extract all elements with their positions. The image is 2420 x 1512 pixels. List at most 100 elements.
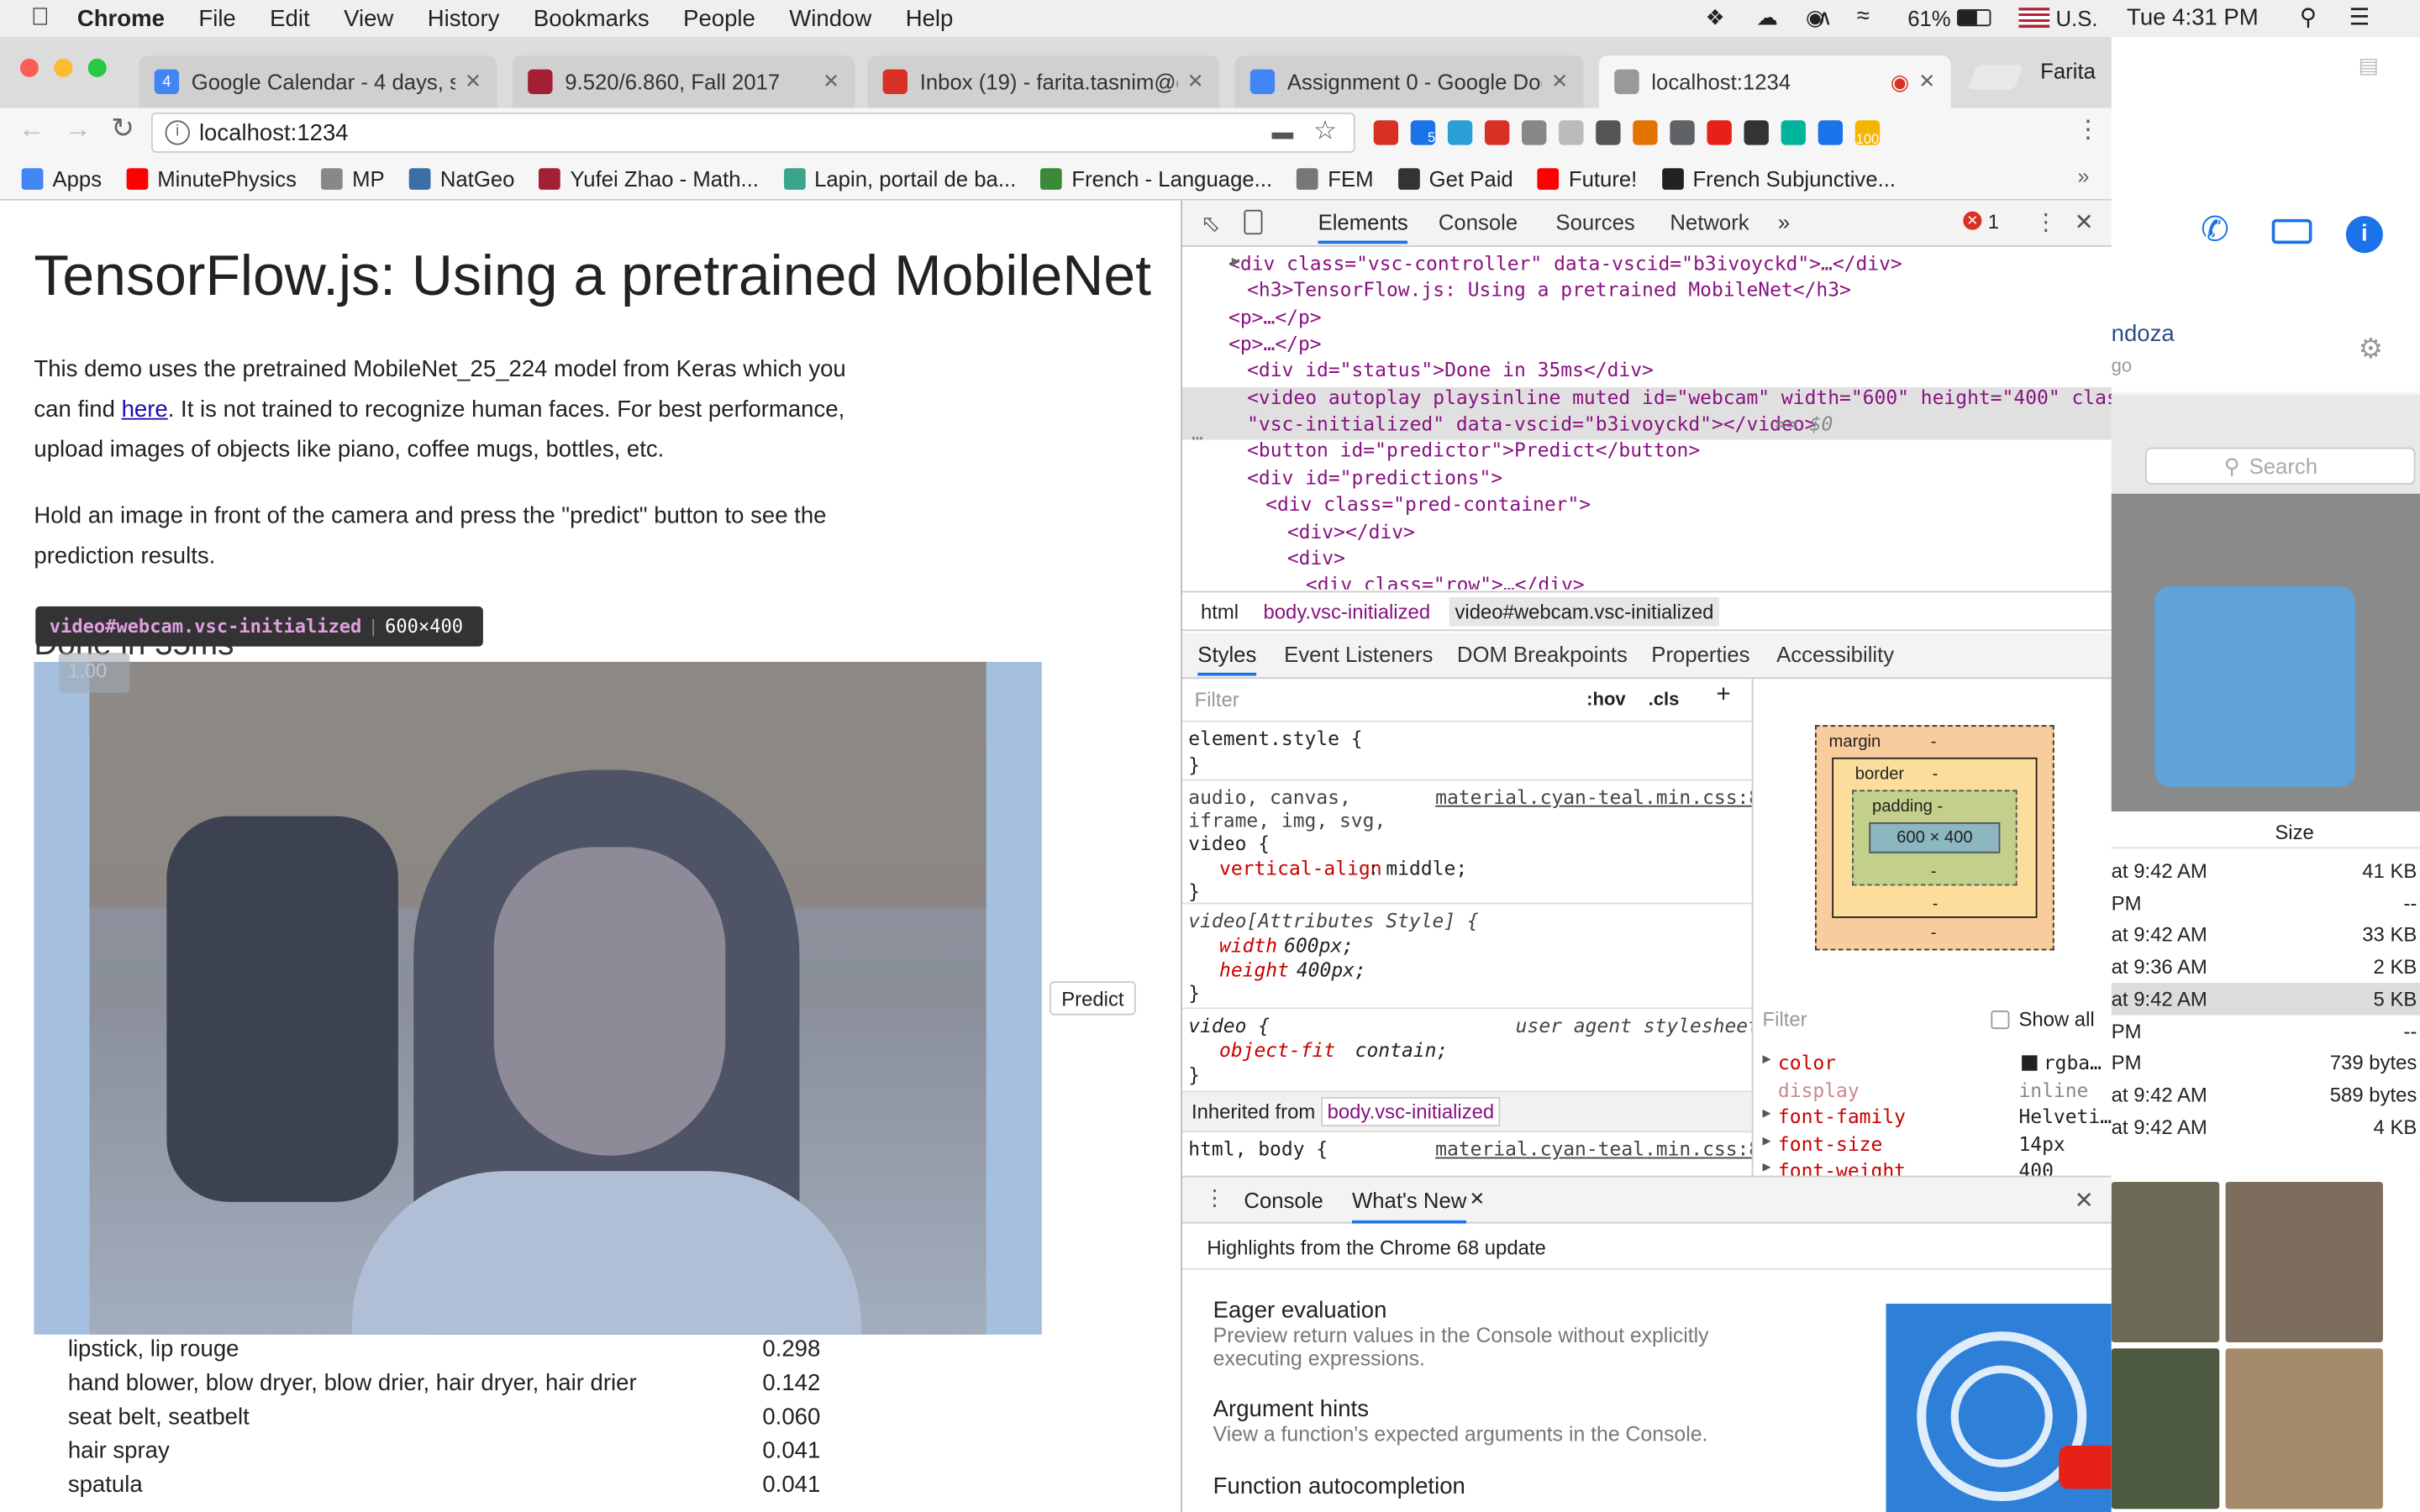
bluetooth-icon[interactable]: ∧ [1817,5,1833,31]
photo-thumbnail[interactable] [2111,1181,2220,1342]
css-value[interactable]: 400px; [1297,958,1366,982]
tab-dom-breakpoints[interactable]: DOM Breakpoints [1457,642,1628,666]
computed-row[interactable]: ▶ font-size 14px [1754,1131,2112,1158]
file-row[interactable]: PM -- [2112,887,2420,920]
box-padding-bottom[interactable]: - [1931,863,1937,881]
menu-window[interactable]: Window [789,5,871,31]
cls-toggle[interactable]: .cls [1649,688,1680,710]
close-tab-icon[interactable]: ✕ [1470,1188,1485,1210]
ext-icon[interactable]: 5 [1410,120,1436,145]
chrome-menu-icon[interactable]: ⋮ [2075,114,2100,145]
reload-icon[interactable]: ↻ [111,113,134,145]
style-rule-selector[interactable]: video[Attributes Style] { [1188,909,1479,932]
ext-icon[interactable] [1633,120,1658,145]
photo-thumbnail[interactable] [2225,1348,2383,1509]
address-bar[interactable]: i localhost:1234 ▬ ☆ [150,113,1355,153]
video-speed-overlay[interactable]: 1.00 [58,652,130,693]
predict-button[interactable]: Predict [1049,981,1136,1016]
ext-icon[interactable] [1559,120,1584,145]
file-row[interactable]: at 9:42 AM 33 KB [2112,919,2420,952]
back-icon[interactable]: ← [18,114,45,145]
style-rule-selector[interactable]: video { [1188,1014,1270,1037]
adblock-icon[interactable] [1484,120,1510,145]
tab-4[interactable]: Assignment 0 - Google Docs ✕ [1234,55,1584,108]
bookmark-item[interactable]: Apps [21,165,102,191]
close-tab-icon[interactable]: ✕ [1187,70,1204,94]
color-swatch[interactable] [2022,1055,2038,1071]
dom-node[interactable]: <p>…</p> [1228,304,1322,331]
menu-people[interactable]: People [683,5,755,31]
bookmark-item[interactable]: Future! [1538,165,1637,191]
style-rule-selector[interactable]: video { [1188,832,1270,855]
dom-node[interactable]: <div class="pred-container"> [1265,491,1591,517]
computed-row[interactable]: ▶ color rgba… [1754,1051,2112,1077]
stylesheet-link[interactable]: material.cyan-teal.min.css:8 [1435,1137,1752,1161]
more-tabs-icon[interactable]: » [1778,210,1790,234]
ext-icon[interactable] [1818,120,1844,145]
dom-node[interactable]: <div class="row">…</div> [1306,571,1585,589]
drawer-tab-console[interactable]: Console [1244,1188,1323,1212]
box-margin-top[interactable]: - [1931,732,1937,751]
expand-arrow-icon[interactable]: ▶ [1763,1053,1771,1068]
devtools-menu-icon[interactable]: ⋮ [2034,208,2058,236]
breadcrumb-video[interactable]: video#webcam.vsc-initialized [1449,596,1720,626]
tab-2[interactable]: 9.520/6.860, Fall 2017 ✕ [512,55,855,108]
clock[interactable]: Tue 4:31 PM [2127,5,2259,31]
ext-icon[interactable] [1447,120,1473,145]
tab-event-listeners[interactable]: Event Listeners [1284,642,1433,666]
file-row[interactable]: PM -- [2112,1015,2420,1047]
info-icon[interactable]: i [2345,216,2383,254]
breadcrumb-body[interactable]: body.vsc-initialized [1257,596,1436,626]
expand-arrow-icon[interactable]: ▶ [1763,1133,1771,1148]
pinterest-icon[interactable] [1744,120,1769,145]
cloud-icon[interactable]: ☁ [1756,5,1778,31]
inspect-element-icon[interactable]: ⬁ [1201,210,1220,238]
photo-thumbnail[interactable] [2111,1348,2220,1509]
css-value[interactable]: contain; [1355,1038,1449,1062]
dom-node[interactable]: <p>…</p> [1228,330,1322,357]
css-property[interactable]: width [1219,933,1277,957]
css-value[interactable]: 600px; [1284,933,1354,957]
error-icon[interactable]: ✕ [1963,211,1982,230]
app-menu-chrome[interactable]: Chrome [77,5,165,31]
close-window-icon[interactable] [19,58,39,77]
notification-center-icon[interactable]: ☰ [2349,3,2370,31]
box-border-top[interactable]: - [1933,765,1939,784]
add-rule-icon[interactable]: + [1716,682,1730,710]
file-row[interactable]: at 9:42 AM 41 KB [2112,855,2420,888]
bookmark-item[interactable]: NatGeo [409,165,514,191]
bookmark-item[interactable]: Lapin, portail de ba... [783,165,1016,191]
dom-node[interactable]: <div id="predictions"> [1247,465,1502,491]
tab-5[interactable]: localhost:1234 ◉ ✕ [1598,55,1951,108]
phone-icon[interactable]: ✆ [2201,210,2229,250]
drawer-menu-icon[interactable]: ⋮ [1204,1185,1226,1211]
hov-toggle[interactable]: :hov [1586,688,1626,710]
style-rule-selector[interactable]: audio, canvas, [1188,785,1351,809]
close-drawer-icon[interactable]: ✕ [2075,1186,2094,1214]
tab-console[interactable]: Console [1439,210,1518,234]
menu-edit[interactable]: Edit [270,5,309,31]
ext-icon[interactable] [1596,120,1621,145]
file-row[interactable]: PM 739 bytes [2112,1047,2420,1079]
bookmark-item[interactable]: MinutePhysics [126,165,297,191]
close-tab-icon[interactable]: ✕ [465,70,481,94]
stylesheet-link[interactable]: material.cyan-teal.min.css:8 [1435,785,1752,809]
css-property[interactable]: height [1219,958,1289,982]
youtube-icon[interactable] [1707,120,1732,145]
expand-arrow-icon[interactable]: ▶ [1763,1106,1771,1121]
device-toolbar-icon[interactable] [1244,209,1263,235]
menu-bookmarks[interactable]: Bookmarks [534,5,650,31]
menu-view[interactable]: View [344,5,393,31]
dom-node[interactable]: <div> [1287,544,1345,571]
inherited-selector[interactable]: body.vsc-initialized [1321,1096,1501,1126]
ext-icon[interactable] [1522,120,1547,145]
whats-new-item[interactable]: Function autocompletion [1213,1473,1861,1499]
styles-filter-input[interactable]: Filter [1195,688,1239,711]
spotlight-icon[interactable]: ⚲ [2300,3,2317,31]
ext-icon[interactable] [1373,120,1399,145]
css-property[interactable]: object-fit [1219,1038,1335,1062]
battery-icon[interactable] [1956,9,1991,27]
us-flag-icon[interactable] [2018,8,2050,29]
gear-icon[interactable]: ⚙ [2359,333,2384,366]
close-tab-icon[interactable]: ✕ [823,70,839,94]
